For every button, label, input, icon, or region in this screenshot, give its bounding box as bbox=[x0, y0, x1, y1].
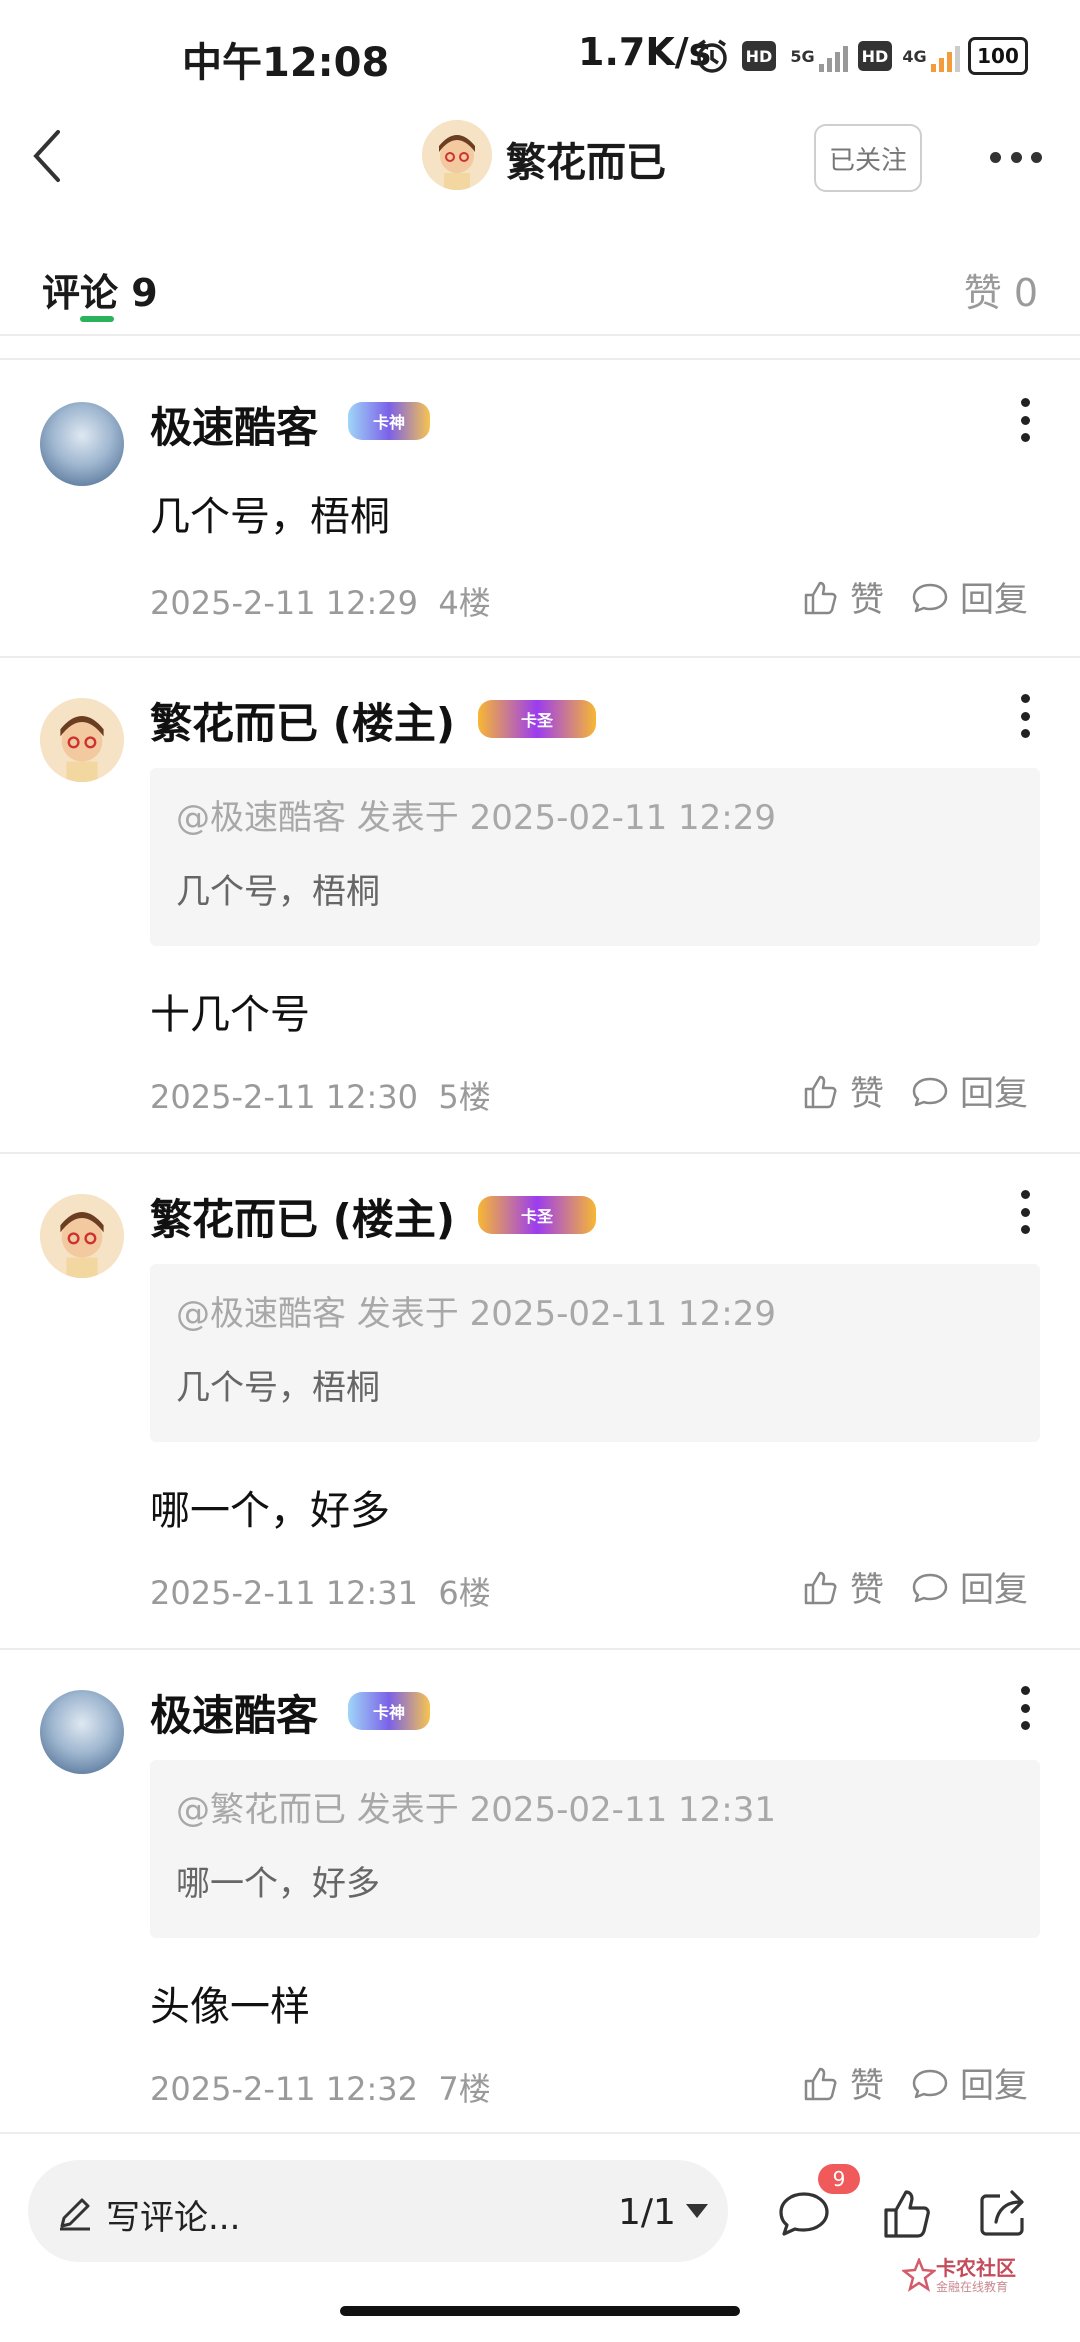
comment-meta: 2025-2-11 12:31 6楼 bbox=[150, 1574, 491, 1612]
comment-item: 繁花而已 (楼主) 卡圣 @极速酷客 发表于 2025-02-11 12:29 … bbox=[0, 658, 1080, 1152]
comment-text: 哪一个，好多 bbox=[150, 1488, 390, 1534]
signal-4g-icon: 4G bbox=[896, 36, 966, 76]
reply-button[interactable]: 回复 bbox=[910, 572, 1028, 621]
comment-more-button[interactable] bbox=[1020, 398, 1030, 442]
comment-bubble-icon bbox=[912, 2069, 948, 2098]
comment-bubble-icon bbox=[779, 2192, 829, 2236]
like-button[interactable]: 赞 bbox=[800, 1066, 884, 1115]
more-vertical-icon bbox=[1020, 1190, 1030, 1199]
quote-text: 哪一个，好多 bbox=[176, 1864, 380, 1904]
avatar[interactable] bbox=[40, 1194, 124, 1278]
tab-likes[interactable]: 赞 0 bbox=[964, 262, 1038, 317]
divider bbox=[0, 334, 1080, 336]
comment-actions: 赞 回复 bbox=[800, 572, 1028, 621]
avatar[interactable] bbox=[40, 698, 124, 782]
comment-author[interactable]: 极速酷客 bbox=[150, 394, 318, 455]
signal-5g-icon: 5G bbox=[784, 36, 854, 76]
like-post-button[interactable] bbox=[878, 2184, 938, 2244]
watermark-subtext: 金融在线教育 bbox=[936, 2280, 1009, 2294]
like-button[interactable]: 赞 bbox=[800, 1562, 884, 1611]
comment-author[interactable]: 繁花而已 (楼主) bbox=[150, 1186, 455, 1247]
status-time: 中午12:08 bbox=[182, 40, 390, 86]
follow-button[interactable]: 已关注 bbox=[814, 124, 922, 192]
reply-button[interactable]: 回复 bbox=[910, 1066, 1028, 1115]
chevron-down-icon[interactable] bbox=[686, 2204, 708, 2218]
quoted-comment[interactable]: @极速酷客 发表于 2025-02-11 12:29 几个号，梧桐 bbox=[150, 1264, 1040, 1442]
hd-icon: HD bbox=[742, 36, 776, 76]
quote-meta: @繁花而已 发表于 2025-02-11 12:31 bbox=[176, 1790, 776, 1830]
comment-meta: 2025-2-11 12:30 5楼 bbox=[150, 1078, 491, 1116]
quote-text: 几个号，梧桐 bbox=[176, 1368, 380, 1408]
more-vertical-icon bbox=[1020, 694, 1030, 703]
comment-bubble-icon bbox=[912, 1077, 948, 1106]
page-title: 繁花而已 bbox=[506, 140, 666, 186]
comment-item: 极速酷客 卡神 几个号，梧桐 2025-2-11 12:29 4楼 赞 回复 bbox=[0, 360, 1080, 656]
quote-meta: @极速酷客 发表于 2025-02-11 12:29 bbox=[176, 798, 776, 838]
comment-author[interactable]: 繁花而已 (楼主) bbox=[150, 690, 455, 751]
share-button[interactable] bbox=[974, 2184, 1034, 2244]
comment-meta: 2025-2-11 12:29 4楼 bbox=[150, 584, 491, 622]
battery-icon: 100 bbox=[968, 36, 1028, 76]
reply-button[interactable]: 回复 bbox=[910, 2058, 1028, 2107]
hd-icon-2: HD bbox=[858, 36, 892, 76]
comments-button[interactable] bbox=[774, 2184, 834, 2244]
quoted-comment[interactable]: @繁花而已 发表于 2025-02-11 12:31 哪一个，好多 bbox=[150, 1760, 1040, 1938]
more-vertical-icon bbox=[1020, 1686, 1030, 1695]
alarm-icon bbox=[692, 36, 732, 76]
like-button[interactable]: 赞 bbox=[800, 572, 884, 621]
thumbs-up-icon bbox=[804, 2067, 837, 2100]
chevron-left-icon bbox=[33, 130, 60, 182]
reply-button[interactable]: 回复 bbox=[910, 1562, 1028, 1611]
comment-count-badge: 9 bbox=[818, 2164, 860, 2194]
avatar[interactable] bbox=[40, 402, 124, 486]
comment-actions: 赞 回复 bbox=[800, 1562, 1028, 1611]
quote-text: 几个号，梧桐 bbox=[176, 872, 380, 912]
comment-meta: 2025-2-11 12:32 7楼 bbox=[150, 2070, 491, 2108]
rank-badge: 卡神 bbox=[348, 402, 430, 440]
quote-meta: @极速酷客 发表于 2025-02-11 12:29 bbox=[176, 1294, 776, 1334]
more-horizontal-icon bbox=[990, 151, 1001, 163]
comment-actions: 赞 回复 bbox=[800, 1066, 1028, 1115]
comment-more-button[interactable] bbox=[1020, 1686, 1030, 1730]
comment-placeholder[interactable]: 写评论... bbox=[106, 2190, 240, 2239]
share-icon bbox=[980, 2190, 1024, 2236]
active-tab-indicator bbox=[80, 316, 114, 322]
quoted-comment[interactable]: @极速酷客 发表于 2025-02-11 12:29 几个号，梧桐 bbox=[150, 768, 1040, 946]
comment-more-button[interactable] bbox=[1020, 1190, 1030, 1234]
comment-text: 十几个号 bbox=[150, 992, 310, 1038]
rank-badge: 卡圣 bbox=[478, 700, 596, 738]
avatar[interactable] bbox=[40, 1690, 124, 1774]
pencil-icon bbox=[56, 2194, 94, 2232]
comment-more-button[interactable] bbox=[1020, 694, 1030, 738]
rank-badge: 卡圣 bbox=[478, 1196, 596, 1234]
comment-item: 繁花而已 (楼主) 卡圣 @极速酷客 发表于 2025-02-11 12:29 … bbox=[0, 1154, 1080, 1648]
comment-bubble-icon bbox=[912, 583, 948, 612]
author-avatar[interactable] bbox=[422, 120, 492, 190]
thumbs-up-icon bbox=[804, 1571, 837, 1604]
back-button[interactable] bbox=[28, 126, 68, 186]
comment-text: 几个号，梧桐 bbox=[150, 494, 390, 540]
more-vertical-icon bbox=[1020, 398, 1030, 407]
comment-text: 头像一样 bbox=[150, 1984, 310, 2030]
home-indicator[interactable] bbox=[340, 2306, 740, 2316]
tab-comments[interactable]: 评论 9 bbox=[42, 262, 158, 317]
status-bar: 中午12:08 1.7K/s HD 5G HD 4G 100 bbox=[0, 0, 1080, 120]
like-button[interactable]: 赞 bbox=[800, 2058, 884, 2107]
thumbs-up-icon bbox=[884, 2190, 930, 2238]
more-options-button[interactable] bbox=[990, 150, 1042, 164]
thumbs-up-icon bbox=[804, 1075, 837, 1108]
watermark-text: 卡农社区 bbox=[936, 2256, 1016, 2280]
comment-author[interactable]: 极速酷客 bbox=[150, 1682, 318, 1743]
thumbs-up-icon bbox=[804, 581, 837, 614]
comment-item: 极速酷客 卡神 @繁花而已 发表于 2025-02-11 12:31 哪一个，好… bbox=[0, 1650, 1080, 2130]
page-indicator[interactable]: 1/1 bbox=[618, 2192, 676, 2233]
comment-bubble-icon bbox=[912, 1573, 948, 1602]
comment-actions: 赞 回复 bbox=[800, 2058, 1028, 2107]
rank-badge: 卡神 bbox=[348, 1692, 430, 1730]
